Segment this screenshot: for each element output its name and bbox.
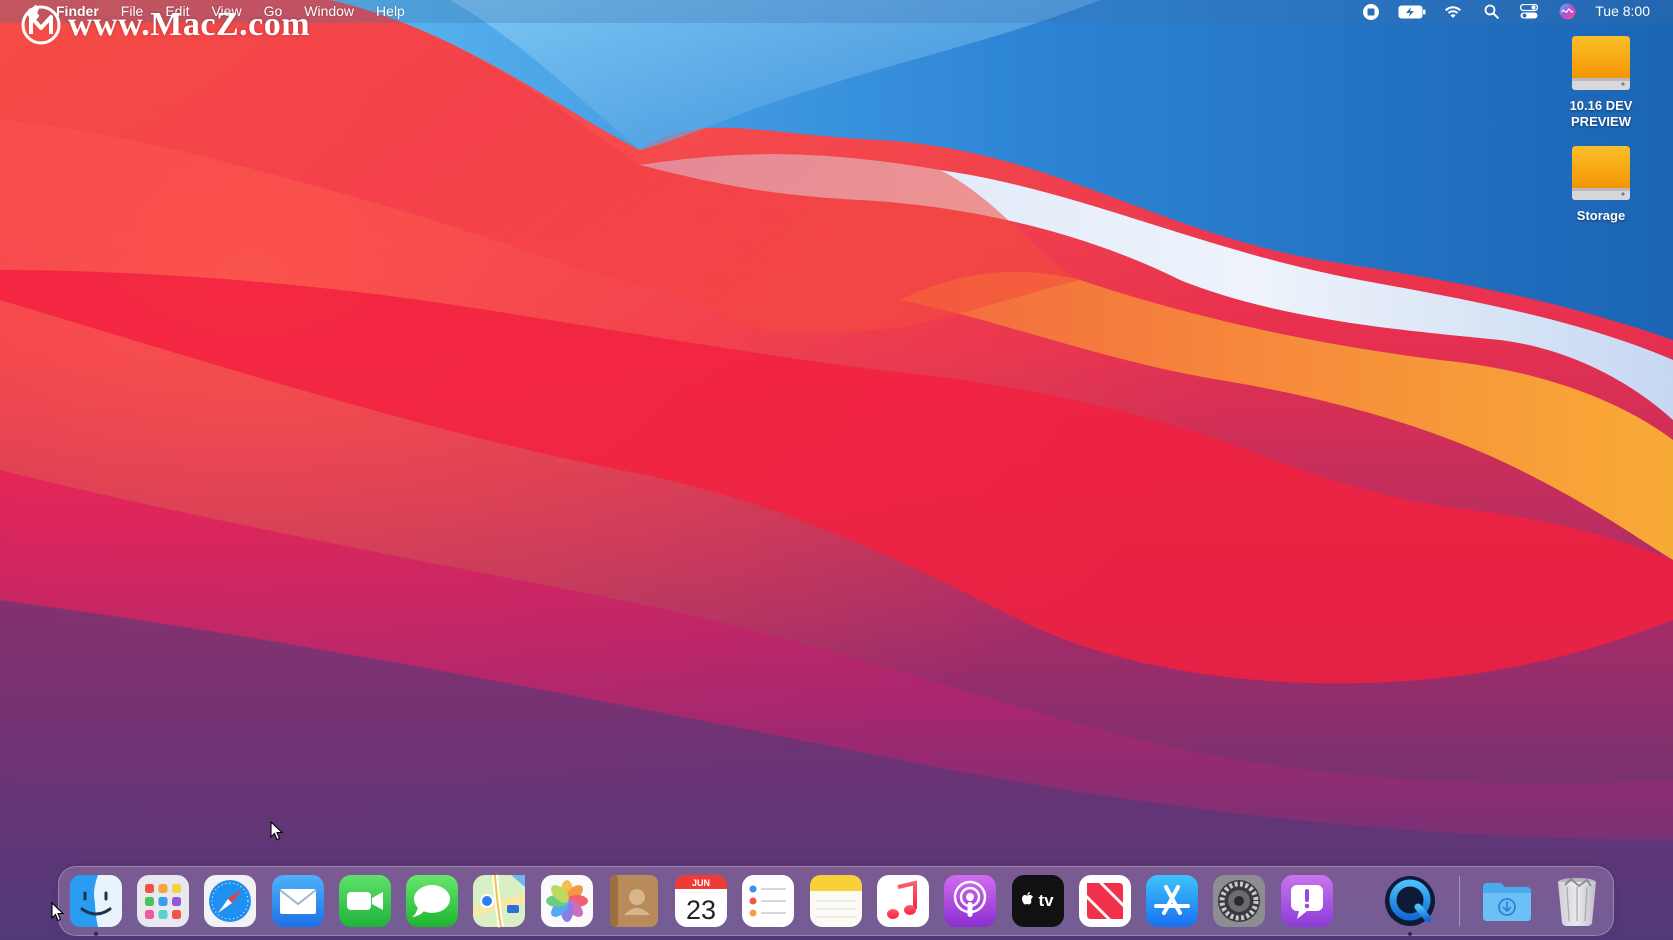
dock-app-store[interactable] — [1144, 873, 1200, 929]
desktop-icon-dev-preview[interactable]: 10.16 DEV PREVIEW — [1551, 34, 1651, 130]
big-sur-wallpaper — [0, 0, 1673, 940]
wifi-icon[interactable] — [1441, 0, 1465, 23]
dock-safari[interactable] — [202, 873, 258, 929]
desktop-icon-label: 10.16 DEV PREVIEW — [1569, 98, 1633, 129]
dock-feedback-assistant[interactable] — [1279, 873, 1335, 929]
finder-icon — [70, 875, 122, 927]
dock-maps[interactable] — [471, 873, 527, 929]
menu-help[interactable]: Help — [365, 0, 416, 23]
battery-charging-icon[interactable] — [1397, 0, 1427, 23]
safari-icon — [204, 875, 256, 927]
menu-window[interactable]: Window — [293, 0, 365, 23]
music-icon — [877, 875, 929, 927]
maps-icon — [473, 874, 525, 928]
system-preferences-icon — [1213, 875, 1265, 927]
dock-trash[interactable] — [1549, 873, 1605, 929]
dock-contacts[interactable] — [606, 873, 662, 929]
dock-messages[interactable] — [404, 873, 460, 929]
apple-logo-icon[interactable] — [22, 0, 44, 23]
calendar-icon: JUN 23 — [675, 875, 727, 927]
dock-launchpad[interactable] — [135, 873, 191, 929]
external-drive-icon — [1572, 36, 1630, 90]
menu-view[interactable]: View — [200, 0, 252, 23]
calendar-day: 23 — [686, 895, 716, 925]
calendar-month: JUN — [692, 878, 710, 888]
menu-edit[interactable]: Edit — [154, 0, 200, 23]
menu-bar-clock[interactable]: Tue 8:00 — [1595, 0, 1650, 23]
control-center-icon[interactable] — [1517, 0, 1541, 23]
finder-running-indicator — [94, 932, 98, 936]
menu-bar: Finder File Edit View Go Window Help Tue… — [0, 0, 1673, 23]
messages-icon — [406, 875, 458, 927]
siri-icon[interactable] — [1555, 0, 1579, 23]
photos-icon — [541, 875, 593, 927]
dock-calendar[interactable]: JUN 23 — [673, 873, 729, 929]
mouse-cursor-icon — [51, 902, 65, 922]
dock-notes[interactable] — [808, 873, 864, 929]
mouse-cursor-icon — [270, 821, 284, 841]
dock-mail[interactable] — [270, 873, 326, 929]
tv-label: tv — [1038, 891, 1054, 910]
menu-app-name[interactable]: Finder — [44, 0, 110, 23]
dock-tv[interactable]: tv — [1010, 873, 1066, 929]
dock-downloads-stack[interactable] — [1479, 873, 1535, 929]
dock-separator — [1459, 876, 1460, 926]
mail-icon — [272, 875, 324, 927]
trash-icon — [1558, 877, 1596, 926]
launchpad-icon — [137, 875, 189, 927]
news-icon — [1079, 875, 1131, 927]
podcasts-icon — [944, 875, 996, 927]
dock-reminders[interactable] — [740, 873, 796, 929]
dock-news[interactable] — [1077, 873, 1133, 929]
spotlight-search-icon[interactable] — [1479, 0, 1503, 23]
dock-podcasts[interactable] — [942, 873, 998, 929]
reminders-icon — [742, 875, 794, 927]
menu-go[interactable]: Go — [253, 0, 294, 23]
dock-photos[interactable] — [539, 873, 595, 929]
desktop-icon-storage[interactable]: Storage — [1551, 144, 1651, 224]
notes-icon — [810, 875, 862, 927]
feedback-assistant-icon — [1281, 875, 1333, 927]
contacts-icon — [610, 875, 658, 927]
quicktime-running-indicator — [1408, 932, 1412, 936]
dock-music[interactable] — [875, 873, 931, 929]
menu-file[interactable]: File — [110, 0, 155, 23]
screen-record-icon[interactable] — [1359, 0, 1383, 23]
dock-finder[interactable] — [68, 873, 124, 929]
external-drive-icon — [1572, 146, 1630, 200]
desktop[interactable]: Finder File Edit View Go Window Help Tue… — [0, 0, 1673, 940]
dock-facetime[interactable] — [337, 873, 393, 929]
dock-quicktime[interactable] — [1382, 873, 1438, 929]
downloads-folder-icon — [1483, 883, 1531, 921]
app-store-icon — [1146, 875, 1198, 927]
facetime-icon — [339, 875, 391, 927]
dock-system-preferences[interactable] — [1211, 873, 1267, 929]
quicktime-icon — [1385, 876, 1435, 926]
apple-tv-icon: tv — [1012, 875, 1064, 927]
desktop-icon-label: Storage — [1576, 208, 1626, 223]
